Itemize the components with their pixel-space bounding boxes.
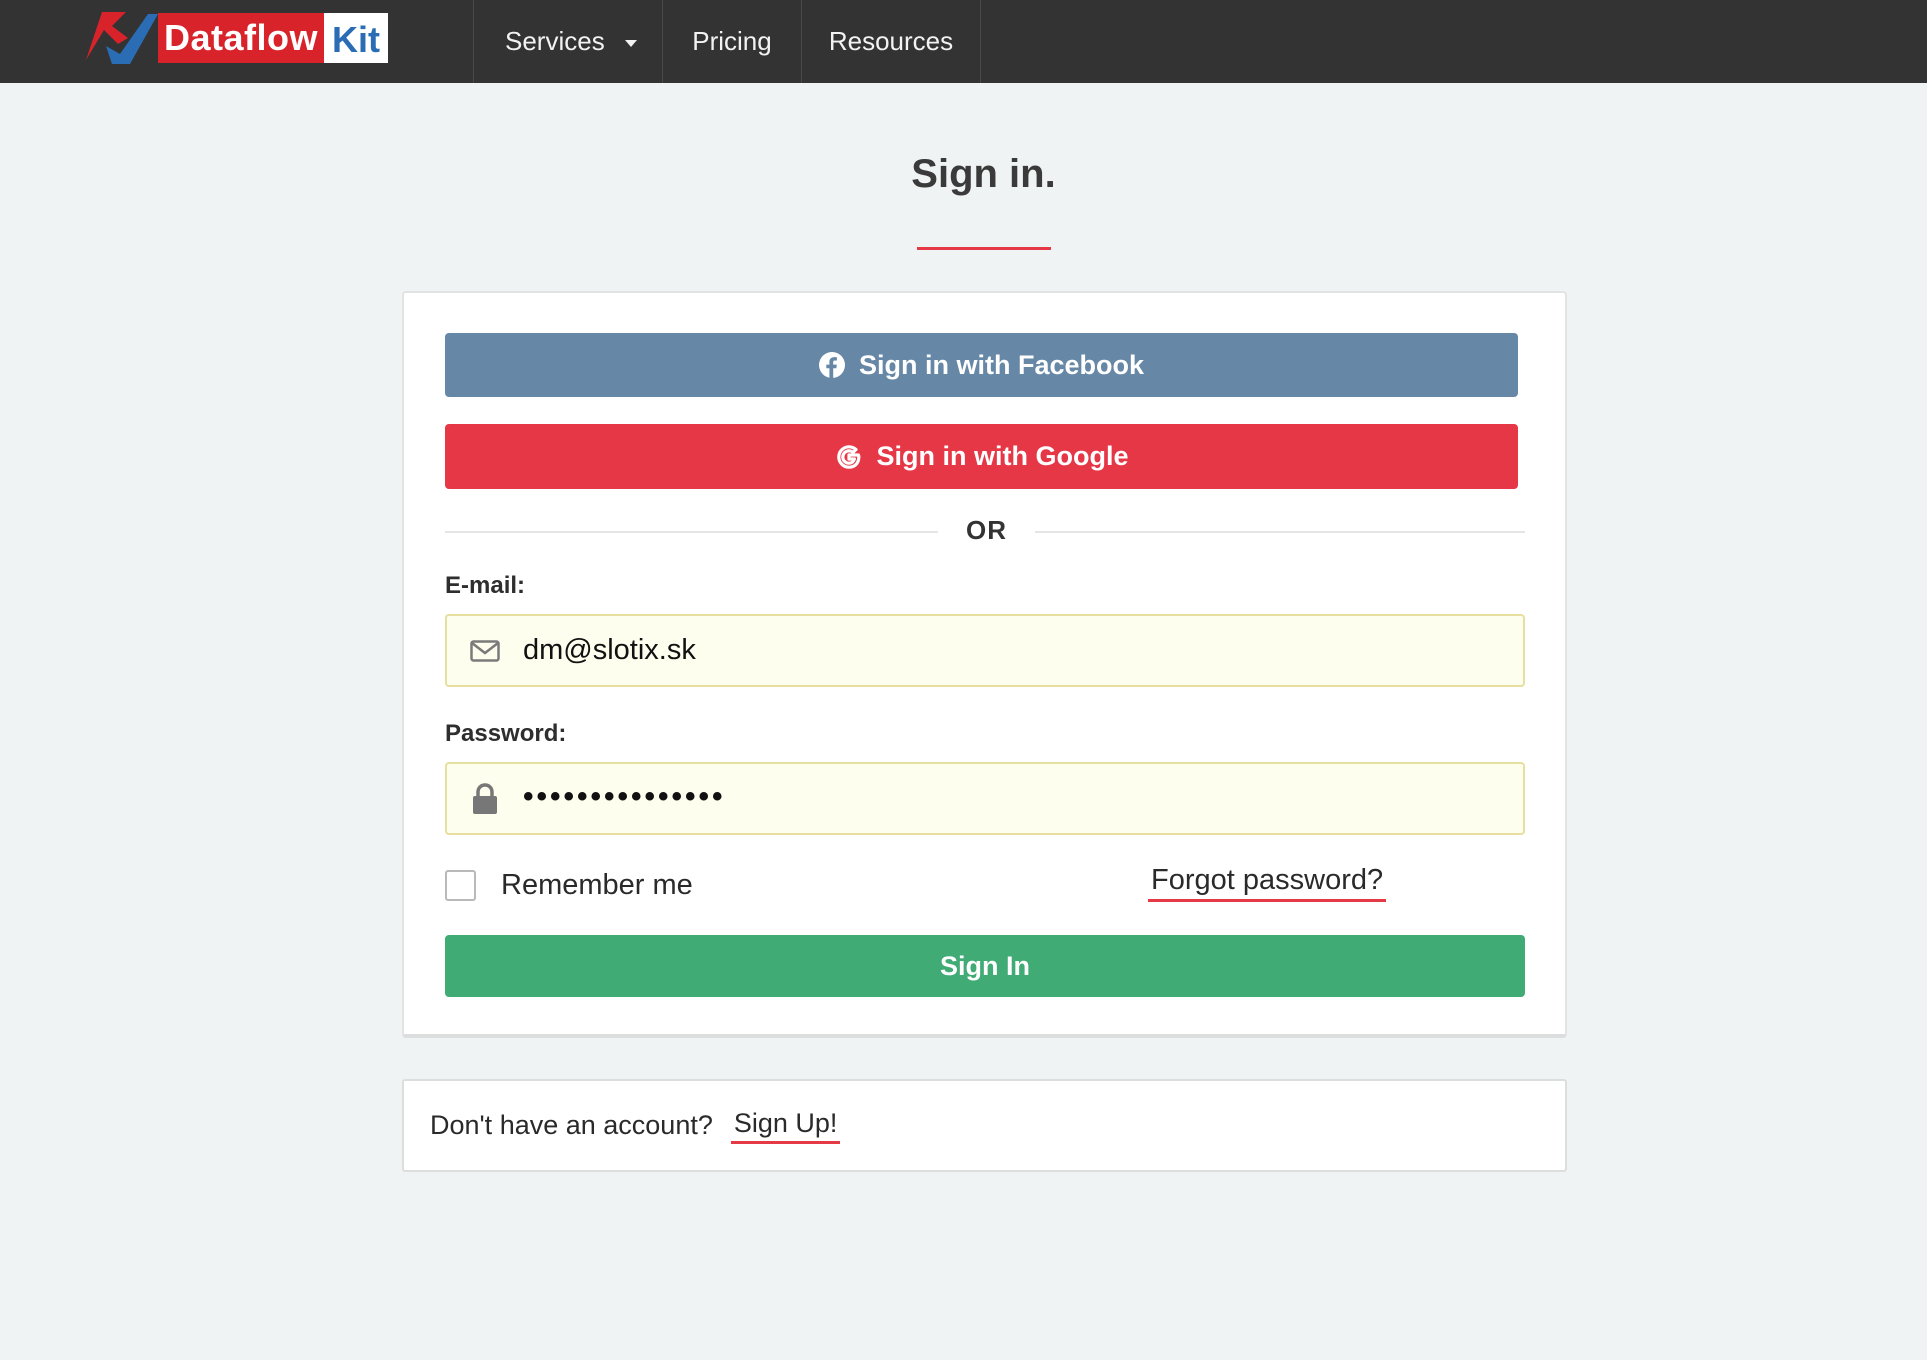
nav-item-pricing[interactable]: Pricing [663, 0, 802, 83]
top-navbar: Dataflow Kit Services Pricing Resources [0, 0, 1927, 83]
signup-panel: Don't have an account? Sign Up! [402, 1079, 1567, 1172]
forgot-password-link[interactable]: Forgot password? [1148, 864, 1387, 902]
signin-card: Sign in with Facebook Sign in with Googl… [402, 291, 1567, 1038]
password-label: Password: [445, 720, 567, 747]
nav-item-services[interactable]: Services [474, 0, 663, 83]
facebook-signin-label: Sign in with Facebook [858, 349, 1145, 380]
nav-item-label: Resources [828, 26, 954, 56]
checkbox-box[interactable] [445, 869, 476, 901]
google-signin-label: Sign in with Google [876, 441, 1129, 471]
signup-link[interactable]: Sign Up! [730, 1108, 841, 1144]
google-icon [835, 443, 863, 471]
nav-item-label: Services [505, 26, 605, 56]
remember-me-label: Remember me [501, 868, 693, 901]
remember-me-checkbox[interactable]: Remember me [445, 867, 693, 903]
lock-icon [447, 782, 523, 815]
email-value[interactable]: dm@slotix.sk [523, 634, 696, 667]
divider-line [445, 531, 938, 533]
logo-mark-icon [86, 12, 158, 64]
caret-down-icon [624, 40, 637, 47]
email-label: E-mail: [445, 572, 526, 599]
signup-prompt: Don't have an account? [430, 1110, 713, 1140]
facebook-icon [818, 352, 845, 378]
password-value[interactable]: ••••••••••••••• [523, 780, 726, 814]
divider-line [1035, 531, 1525, 533]
google-signin-button[interactable]: Sign in with Google [445, 424, 1518, 489]
signin-submit-button[interactable]: Sign In [445, 935, 1525, 997]
logo-wordmark: Dataflow Kit [158, 13, 389, 63]
logo-text: Dataflow [158, 13, 325, 63]
logo-suffix: Kit [324, 13, 389, 63]
page-title: Sign in. [911, 152, 1056, 196]
envelope-icon [447, 639, 523, 662]
dataflow-kit-logo[interactable]: Dataflow Kit [82, 8, 389, 68]
or-divider: OR [445, 511, 1525, 551]
email-field[interactable]: dm@slotix.sk [445, 614, 1525, 687]
title-underline [917, 247, 1051, 250]
nav-item-label: Pricing [692, 26, 772, 56]
facebook-signin-button[interactable]: Sign in with Facebook [445, 333, 1518, 397]
password-field[interactable]: ••••••••••••••• [445, 762, 1525, 835]
or-text: OR [966, 515, 1007, 545]
main-nav: Services Pricing Resources [473, 0, 981, 83]
nav-item-resources[interactable]: Resources [802, 0, 981, 83]
